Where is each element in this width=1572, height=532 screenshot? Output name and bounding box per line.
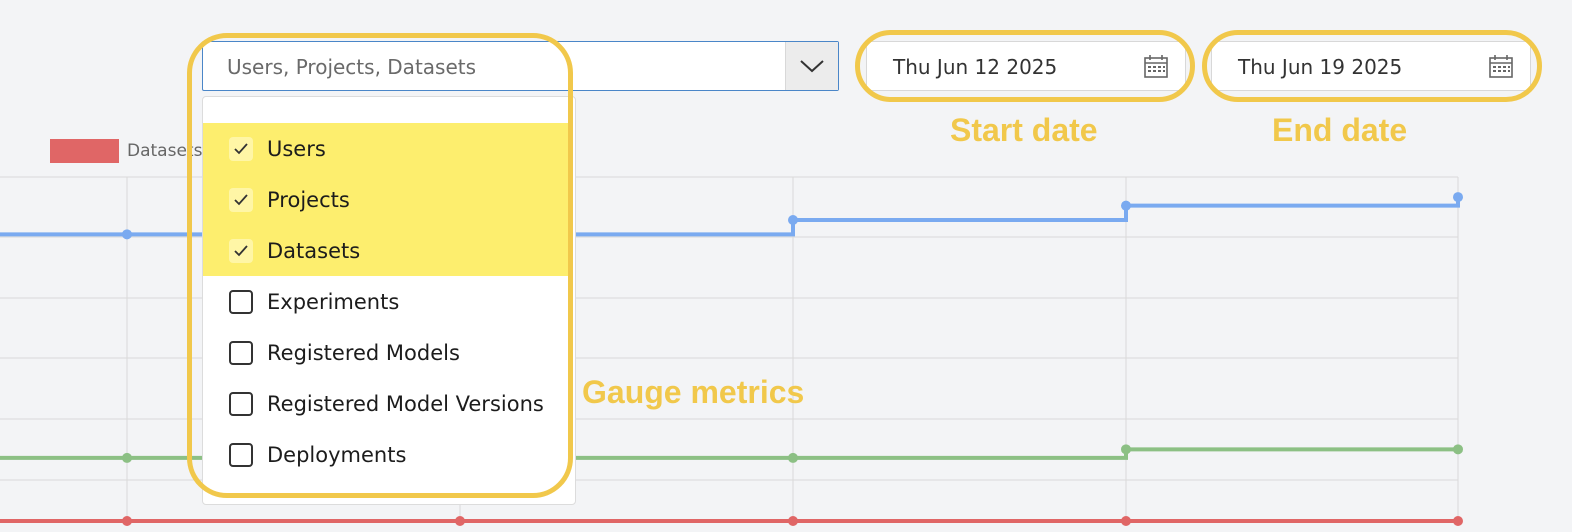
data-point-users <box>1453 192 1463 203</box>
data-point-users <box>788 215 798 225</box>
metrics-select-value: Users, Projects, Datasets <box>227 55 477 79</box>
data-point-datasets <box>788 516 798 526</box>
legend-label-datasets: Datasets <box>127 141 203 161</box>
data-point-projects <box>1453 444 1463 455</box>
end-date-input[interactable]: Thu Jun 19 2025 <box>1211 41 1531 91</box>
metrics-select[interactable]: Users, Projects, Datasets <box>202 41 839 91</box>
option-label: Users <box>267 136 326 161</box>
option-registered-model-versions[interactable]: Registered Model Versions <box>203 378 569 429</box>
option-experiments[interactable]: Experiments <box>203 276 569 327</box>
checkbox-checked-icon[interactable] <box>229 137 253 161</box>
option-deployments[interactable]: Deployments <box>203 429 569 480</box>
option-datasets[interactable]: Datasets <box>203 225 569 276</box>
calendar-icon[interactable] <box>1143 54 1169 85</box>
start-date-input[interactable]: Thu Jun 12 2025 <box>866 41 1186 91</box>
data-point-projects <box>1121 444 1131 455</box>
option-label: Registered Models <box>267 340 460 365</box>
option-users[interactable]: Users <box>203 123 569 174</box>
checkbox-checked-icon[interactable] <box>229 239 253 263</box>
data-point-projects <box>788 452 798 463</box>
option-registered-models[interactable]: Registered Models <box>203 327 569 378</box>
data-point-datasets <box>455 516 465 526</box>
checkbox-unchecked-icon[interactable] <box>229 341 253 365</box>
chart-legend: Datasets <box>50 139 202 163</box>
data-point-projects <box>122 452 132 463</box>
option-label: Projects <box>267 187 350 212</box>
checkbox-unchecked-icon[interactable] <box>229 392 253 416</box>
annotation-end-date: End date <box>1272 112 1408 148</box>
annotation-start-date: Start date <box>950 112 1098 148</box>
checkbox-checked-icon[interactable] <box>229 188 253 212</box>
option-label: Registered Model Versions <box>267 391 544 416</box>
option-label: Datasets <box>267 238 361 263</box>
data-point-datasets <box>1453 516 1463 526</box>
annotation-gauge-metrics: Gauge metrics <box>582 374 805 410</box>
legend-swatch-datasets <box>50 139 119 163</box>
data-point-users <box>1121 200 1131 211</box>
data-point-datasets <box>1121 516 1131 526</box>
checkbox-unchecked-icon[interactable] <box>229 290 253 314</box>
metrics-dropdown: Users Projects Datasets Experiments Regi… <box>202 96 576 505</box>
data-point-users <box>122 229 132 240</box>
start-date-value: Thu Jun 12 2025 <box>893 55 1058 79</box>
option-label: Experiments <box>267 289 400 314</box>
chevron-down-icon[interactable] <box>785 42 838 90</box>
option-label: Deployments <box>267 442 407 467</box>
option-projects[interactable]: Projects <box>203 174 569 225</box>
calendar-icon[interactable] <box>1488 54 1514 85</box>
checkbox-unchecked-icon[interactable] <box>229 443 253 467</box>
end-date-value: Thu Jun 19 2025 <box>1238 55 1403 79</box>
data-point-datasets <box>122 516 132 526</box>
